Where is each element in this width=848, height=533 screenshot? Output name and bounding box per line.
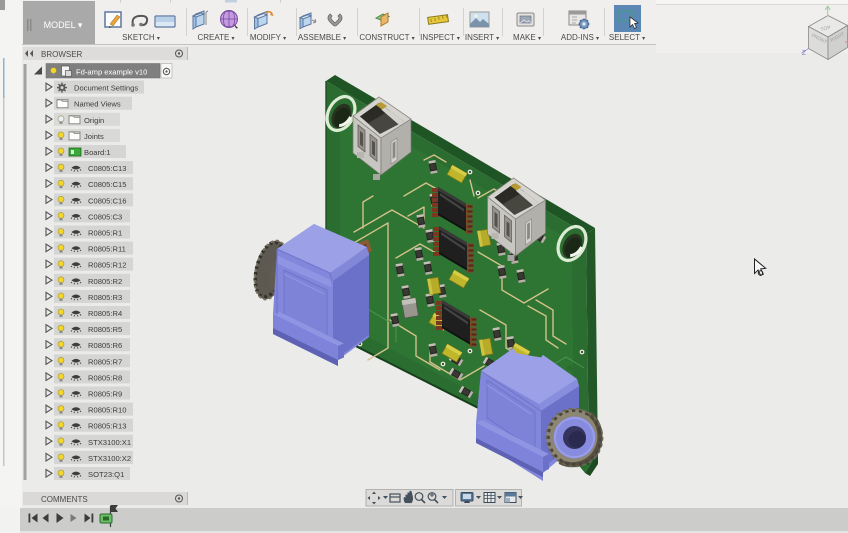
svg-text:SKETCH ▾: SKETCH ▾: [122, 33, 160, 42]
svg-text:STX3100:X2: STX3100:X2: [88, 454, 131, 463]
svg-text:R0805:R7: R0805:R7: [88, 357, 122, 366]
svg-text:ADD-INS ▾: ADD-INS ▾: [561, 33, 599, 42]
svg-text:R0805:R1: R0805:R1: [88, 229, 122, 238]
svg-text:Document Settings: Document Settings: [74, 84, 138, 93]
svg-text:R0805:R11: R0805:R11: [88, 245, 126, 254]
svg-text:R0805:R12: R0805:R12: [88, 261, 126, 270]
svg-text:R0805:R2: R0805:R2: [88, 277, 122, 286]
svg-text:C0805:C13: C0805:C13: [88, 164, 126, 173]
svg-text:R0805:R13: R0805:R13: [88, 422, 126, 431]
svg-text:CONSTRUCT ▾: CONSTRUCT ▾: [359, 33, 414, 42]
svg-text:R0805:R9: R0805:R9: [88, 390, 122, 399]
svg-text:Joints: Joints: [84, 132, 104, 141]
svg-text:R0805:R5: R0805:R5: [88, 325, 122, 334]
svg-text:R0805:R8: R0805:R8: [88, 373, 122, 382]
svg-text:C0805:C3: C0805:C3: [88, 212, 122, 221]
svg-text:INSPECT ▾: INSPECT ▾: [420, 33, 460, 42]
svg-text:R0805:R10: R0805:R10: [88, 406, 126, 415]
svg-text:Origin: Origin: [84, 116, 104, 125]
svg-text:MAKE ▾: MAKE ▾: [513, 33, 541, 42]
svg-text:SOT23:Q1: SOT23:Q1: [88, 470, 124, 479]
svg-text:C0805:C16: C0805:C16: [88, 196, 126, 205]
svg-text:MODEL ▾: MODEL ▾: [44, 20, 83, 30]
svg-text:Z: Z: [802, 50, 807, 57]
svg-text:COMMENTS: COMMENTS: [41, 495, 88, 504]
svg-text:MODIFY ▾: MODIFY ▾: [250, 33, 286, 42]
svg-text:SELECT ▾: SELECT ▾: [609, 33, 645, 42]
svg-text:R0805:R6: R0805:R6: [88, 341, 122, 350]
svg-text:STX3100:X1: STX3100:X1: [88, 438, 131, 447]
svg-text:Named Views: Named Views: [74, 100, 121, 109]
svg-text:Fd-amp example v10: Fd-amp example v10: [76, 68, 147, 77]
svg-text:ASSEMBLE ▾: ASSEMBLE ▾: [298, 33, 346, 42]
svg-text:R0805:R4: R0805:R4: [88, 309, 122, 318]
svg-text:CREATE ▾: CREATE ▾: [197, 33, 234, 42]
svg-text:INSERT ▾: INSERT ▾: [465, 33, 499, 42]
svg-text:R0805:R3: R0805:R3: [88, 293, 122, 302]
svg-text:BROWSER: BROWSER: [41, 50, 83, 59]
svg-text:C0805:C15: C0805:C15: [88, 180, 126, 189]
svg-text:Board:1: Board:1: [84, 148, 111, 157]
